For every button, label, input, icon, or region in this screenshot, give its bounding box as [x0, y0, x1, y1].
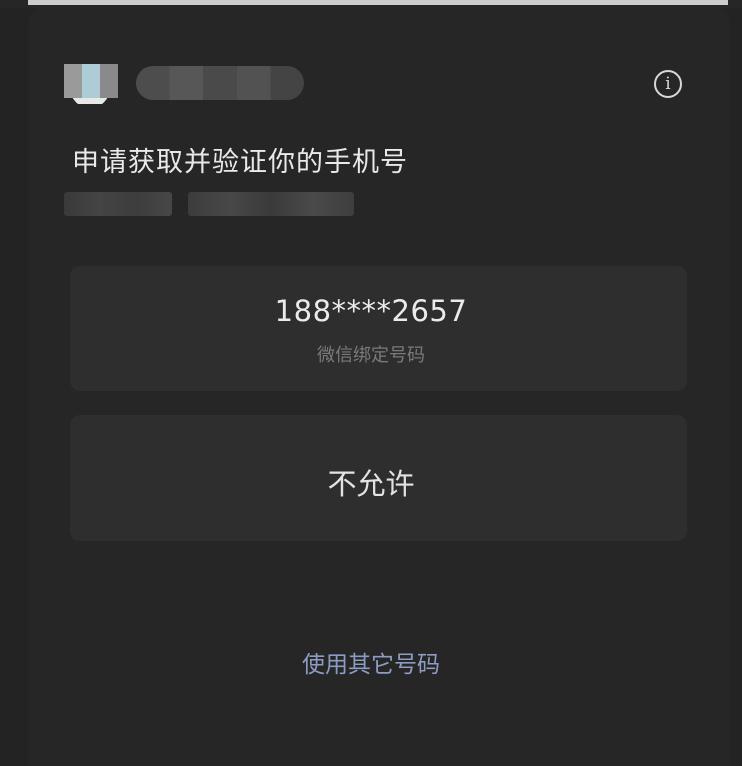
app-name-redacted: [136, 66, 304, 100]
phone-number-label: 微信绑定号码: [317, 345, 425, 366]
description-redacted: [188, 192, 354, 216]
underlying-page-strip: [28, 0, 728, 5]
logo-pixelation: [64, 64, 82, 98]
logo-pixelation: [100, 64, 118, 98]
app-logo: [64, 64, 120, 104]
dialog-title: 申请获取并验证你的手机号: [72, 147, 408, 178]
deny-button-label: 不允许: [327, 467, 415, 501]
use-other-number-link[interactable]: 使用其它号码: [0, 645, 742, 679]
phone-number-text: 188****2657: [274, 294, 468, 328]
description-redacted: [64, 192, 172, 216]
app-header: [64, 64, 304, 104]
info-icon[interactable]: i: [654, 70, 682, 98]
phone-number-option[interactable]: [70, 266, 687, 391]
logo-pixelation: [82, 64, 100, 98]
